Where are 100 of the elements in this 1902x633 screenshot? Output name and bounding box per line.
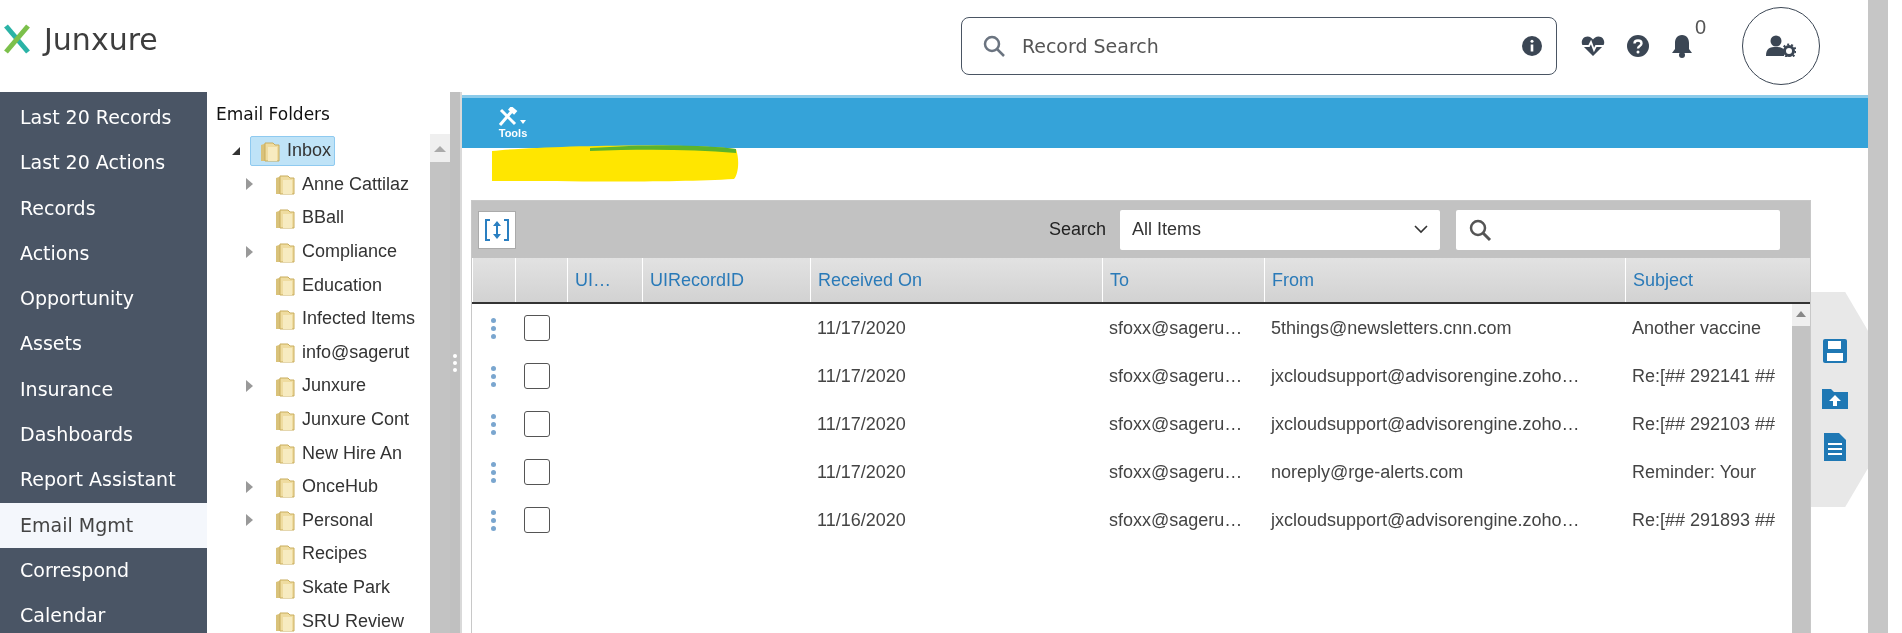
collapsed-icon[interactable] (245, 245, 253, 258)
folders-title: Email Folders (215, 103, 331, 126)
help-icon[interactable] (1626, 35, 1649, 57)
bell-icon[interactable] (1670, 34, 1693, 58)
sidebar-item[interactable]: Insurance (0, 366, 207, 413)
folder-icon (274, 509, 296, 532)
table-cell-text: 11/17/2020 (816, 364, 907, 388)
folder-item[interactable]: BBall (265, 203, 349, 233)
row-checkbox[interactable] (524, 507, 550, 533)
folder-item[interactable]: Infected Items (265, 303, 420, 334)
sidebar-item[interactable]: Actions (0, 230, 207, 277)
row-checkbox[interactable] (524, 363, 550, 389)
row-menu-icon[interactable] (491, 365, 496, 387)
folder-item[interactable]: Compliance (265, 236, 402, 267)
filter-dropdown[interactable]: All Items (1120, 209, 1440, 250)
row-menu-icon[interactable] (491, 461, 496, 483)
collapsed-icon[interactable] (245, 514, 253, 527)
collapsed-icon[interactable] (245, 379, 253, 392)
folder-item[interactable]: Junxure Cont (265, 404, 414, 435)
folder-icon (274, 576, 296, 599)
document-icon[interactable] (1822, 431, 1847, 462)
collapsed-icon[interactable] (245, 480, 253, 493)
folder-icon (274, 374, 296, 397)
table-cell-text: jxcloudsupport@advisorengine.zoho… (1269, 412, 1581, 436)
table-cell-text: Reminder: Your (1631, 460, 1758, 484)
table-cell-text: 11/16/2020 (816, 508, 907, 532)
row-checkbox[interactable] (524, 459, 550, 485)
folder-icon (274, 475, 296, 498)
notification-count: 0 (1694, 16, 1706, 39)
row-checkbox[interactable] (524, 411, 550, 437)
table-cell-text: jxcloudsupport@advisorengine.zoho… (1269, 364, 1581, 388)
table-cell-text: 5things@newsletters.cnn.com (1270, 316, 1513, 340)
folder-item[interactable]: New Hire An (265, 438, 407, 469)
folder-item[interactable]: Skate Park (265, 572, 395, 603)
scrollbar[interactable] (1868, 0, 1888, 633)
tools-icon (498, 107, 528, 127)
save-icon[interactable] (1821, 337, 1848, 364)
folder-item[interactable]: SRU Review (265, 606, 409, 633)
folder-item[interactable]: Recipes (265, 538, 372, 569)
sidebar-item[interactable]: Assets (0, 321, 207, 367)
folder-icon (259, 139, 281, 162)
table-cell-text: Re:[## 292141 ## (1631, 364, 1777, 388)
row-menu-icon[interactable] (491, 509, 496, 531)
table-cell-text: sfoxx@sageru… (1108, 508, 1244, 532)
folder-icon (274, 240, 296, 263)
search-icon (981, 34, 1006, 58)
expand-icon (484, 217, 510, 242)
heart-pulse-icon[interactable] (1580, 35, 1605, 57)
folder-icon (274, 307, 296, 330)
folder-icon (274, 207, 296, 229)
folder-item[interactable]: Junxure (265, 370, 371, 401)
table-cell-text: noreply@rge-alerts.com (1270, 460, 1465, 484)
folder-item[interactable]: Inbox (250, 135, 336, 166)
sidebar-item[interactable]: Correspond (0, 547, 207, 594)
folder-icon (274, 341, 296, 364)
folder-item[interactable]: OnceHub (265, 471, 383, 502)
sidebar-item[interactable]: Last 20 Actions (0, 140, 207, 186)
table-cell-text: sfoxx@sageru… (1108, 316, 1244, 340)
table-cell-text: Re:[## 292103 ## (1631, 412, 1777, 436)
logo-icon (4, 24, 30, 54)
search-label: Search (1048, 219, 1106, 240)
folder-item[interactable]: info@sagerut (265, 337, 414, 368)
sidebar-item[interactable]: Email Mgmt (0, 502, 207, 548)
sidebar-item[interactable]: Opportunity (0, 276, 207, 322)
row-menu-icon[interactable] (491, 317, 496, 339)
folder-icon (274, 408, 296, 431)
folder-icon (274, 610, 296, 633)
table-cell-text: sfoxx@sageru… (1108, 460, 1244, 484)
chevron-down-icon (1414, 225, 1428, 234)
search-icon (1468, 217, 1492, 242)
expand-button[interactable] (478, 210, 516, 249)
search-bar[interactable]: Record Search (960, 17, 1557, 75)
folder-icon (274, 173, 296, 196)
table-cell-text: sfoxx@sageru… (1108, 364, 1244, 388)
scrollbar[interactable] (1792, 304, 1810, 633)
splitter-handle[interactable] (450, 92, 462, 633)
folder-icon (274, 274, 296, 297)
info-icon[interactable] (1521, 36, 1542, 56)
table-cell-text: sfoxx@sageru… (1108, 412, 1244, 436)
folder-item[interactable]: Personal (265, 505, 378, 536)
folder-icon (274, 542, 296, 565)
sidebar-item[interactable]: Dashboards (0, 412, 207, 458)
expanded-icon[interactable] (232, 146, 240, 155)
grid-search-field[interactable] (1456, 209, 1780, 250)
sidebar-item[interactable]: Report Assistant (0, 457, 207, 503)
table-cell-text: 11/17/2020 (816, 316, 907, 340)
row-menu-icon[interactable] (491, 413, 496, 435)
folder-item[interactable]: Education (265, 270, 387, 301)
table-cell-text: Another vaccine (1631, 316, 1763, 340)
row-checkbox[interactable] (524, 315, 550, 341)
collapsed-icon[interactable] (245, 178, 253, 191)
folder-item[interactable]: Anne Cattilaz (265, 169, 414, 200)
scrollbar[interactable] (430, 134, 450, 633)
sidebar-item[interactable]: Records (0, 185, 207, 231)
sidebar-item[interactable]: Calendar (0, 593, 207, 633)
sidebar-item[interactable]: Last 20 Records (0, 95, 207, 141)
logo-text: Junxure (44, 21, 158, 57)
scroll-up-icon[interactable] (1796, 311, 1806, 317)
table-cell-text: 11/17/2020 (816, 412, 907, 436)
table-cell-text: Re:[## 291893 ## (1631, 508, 1777, 532)
